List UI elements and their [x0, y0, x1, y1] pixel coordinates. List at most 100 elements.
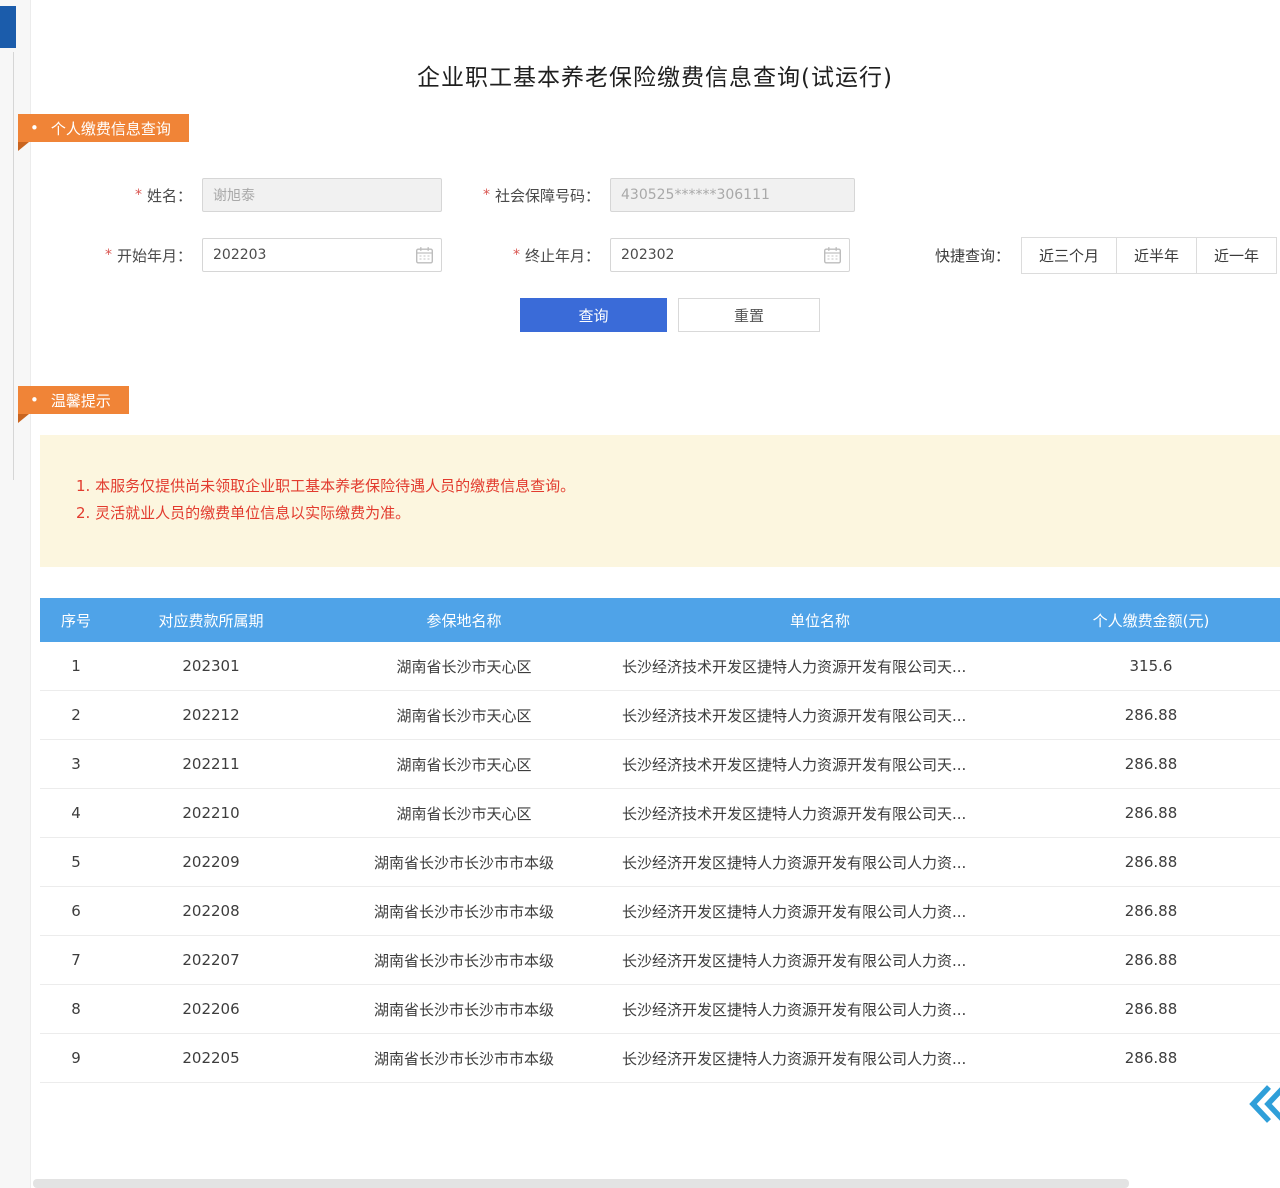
- table-cell: 湖南省长沙市长沙市市本级: [310, 1034, 618, 1083]
- payments-table-body: 1202301湖南省长沙市天心区长沙经济技术开发区捷特人力资源开发有限公司天..…: [40, 642, 1280, 1083]
- table-cell: 202211: [112, 740, 310, 789]
- table-row: 5202209湖南省长沙市长沙市市本级长沙经济开发区捷特人力资源开发有限公司人力…: [40, 838, 1280, 887]
- required-asterisk: *: [135, 187, 142, 203]
- table-row: 9202205湖南省长沙市长沙市市本级长沙经济开发区捷特人力资源开发有限公司人力…: [40, 1034, 1280, 1083]
- section-badge-label: 温馨提示: [51, 390, 111, 411]
- table-row: 4202210湖南省长沙市天心区长沙经济技术开发区捷特人力资源开发有限公司天..…: [40, 789, 1280, 838]
- table-cell: 8: [40, 985, 112, 1034]
- table-cell: 286.88: [1022, 985, 1280, 1034]
- table-cell: 202205: [112, 1034, 310, 1083]
- table-cell: 202208: [112, 887, 310, 936]
- badge-fold-decoration: [18, 142, 29, 151]
- table-row: 3202211湖南省长沙市天心区长沙经济技术开发区捷特人力资源开发有限公司天..…: [40, 740, 1280, 789]
- sidebar-collapsed-tab[interactable]: [0, 6, 16, 48]
- end-month-label: 终止年月：: [525, 245, 600, 266]
- table-cell: 长沙经济开发区捷特人力资源开发有限公司人力资...: [618, 985, 1022, 1034]
- table-cell: 286.88: [1022, 740, 1280, 789]
- horizontal-scrollbar[interactable]: [33, 1179, 1129, 1188]
- table-cell: 2: [40, 691, 112, 740]
- end-month-input[interactable]: [610, 238, 850, 272]
- table-cell: 湖南省长沙市天心区: [310, 642, 618, 691]
- payments-table-header: 序号 对应费款所属期 参保地名称 单位名称 个人缴费金额(元): [40, 598, 1280, 642]
- section-badge-personal-query: • 个人缴费信息查询: [18, 114, 189, 142]
- quick-query-last-3-months-button[interactable]: 近三个月: [1021, 237, 1117, 274]
- table-cell: 湖南省长沙市天心区: [310, 740, 618, 789]
- tips-notice-box: 1. 本服务仅提供尚未领取企业职工基本养老保险待遇人员的缴费信息查询。 2. 灵…: [40, 435, 1280, 567]
- header-company: 单位名称: [618, 598, 1022, 642]
- end-month-field-group: * 终止年月：: [496, 238, 850, 272]
- name-label: 姓名：: [147, 185, 192, 206]
- table-cell: 长沙经济开发区捷特人力资源开发有限公司人力资...: [618, 936, 1022, 985]
- ssn-label: 社会保障号码：: [495, 185, 600, 206]
- required-asterisk: *: [483, 187, 490, 203]
- table-row: 7202207湖南省长沙市长沙市市本级长沙经济开发区捷特人力资源开发有限公司人力…: [40, 936, 1280, 985]
- section-badge-tips: • 温馨提示: [18, 386, 129, 414]
- quick-query-label: 快捷查询：: [935, 245, 1010, 266]
- reset-button[interactable]: 重置: [678, 298, 820, 332]
- header-period: 对应费款所属期: [112, 598, 310, 642]
- table-row: 6202208湖南省长沙市长沙市市本级长沙经济开发区捷特人力资源开发有限公司人力…: [40, 887, 1280, 936]
- table-cell: 长沙经济技术开发区捷特人力资源开发有限公司天...: [618, 642, 1022, 691]
- table-cell: 202206: [112, 985, 310, 1034]
- table-cell: 9: [40, 1034, 112, 1083]
- table-cell: 长沙经济开发区捷特人力资源开发有限公司人力资...: [618, 887, 1022, 936]
- start-month-field-group: * 开始年月：: [86, 238, 442, 272]
- start-month-input[interactable]: [202, 238, 442, 272]
- calendar-icon[interactable]: [415, 246, 434, 265]
- name-input: [202, 178, 442, 212]
- table-cell: 286.88: [1022, 838, 1280, 887]
- tips-line: 1. 本服务仅提供尚未领取企业职工基本养老保险待遇人员的缴费信息查询。: [76, 473, 1260, 500]
- table-cell: 湖南省长沙市长沙市市本级: [310, 985, 618, 1034]
- ssn-field-group: * 社会保障号码：: [464, 178, 855, 212]
- table-cell: 202212: [112, 691, 310, 740]
- table-cell: 长沙经济技术开发区捷特人力资源开发有限公司天...: [618, 740, 1022, 789]
- tips-line: 2. 灵活就业人员的缴费单位信息以实际缴费为准。: [76, 500, 1260, 527]
- table-row: 8202206湖南省长沙市长沙市市本级长沙经济开发区捷特人力资源开发有限公司人力…: [40, 985, 1280, 1034]
- badge-fold-decoration: [18, 414, 29, 423]
- table-cell: 202210: [112, 789, 310, 838]
- table-cell: 286.88: [1022, 789, 1280, 838]
- required-asterisk: *: [105, 247, 112, 263]
- quick-query-last-half-year-button[interactable]: 近半年: [1116, 237, 1197, 274]
- table-cell: 长沙经济技术开发区捷特人力资源开发有限公司天...: [618, 691, 1022, 740]
- table-row: 1202301湖南省长沙市天心区长沙经济技术开发区捷特人力资源开发有限公司天..…: [40, 642, 1280, 691]
- collapsed-side-rail: [0, 0, 30, 1188]
- table-cell: 1: [40, 642, 112, 691]
- bullet-icon: •: [30, 121, 39, 136]
- table-cell: 7: [40, 936, 112, 985]
- table-cell: 长沙经济开发区捷特人力资源开发有限公司人力资...: [618, 1034, 1022, 1083]
- table-cell: 5: [40, 838, 112, 887]
- query-button[interactable]: 查询: [520, 298, 667, 332]
- table-cell: 湖南省长沙市长沙市市本级: [310, 838, 618, 887]
- quick-query-last-year-button[interactable]: 近一年: [1196, 237, 1277, 274]
- table-cell: 湖南省长沙市天心区: [310, 691, 618, 740]
- table-cell: 286.88: [1022, 887, 1280, 936]
- table-cell: 湖南省长沙市长沙市市本级: [310, 936, 618, 985]
- header-seq: 序号: [40, 598, 112, 642]
- table-cell: 286.88: [1022, 691, 1280, 740]
- double-chevron-left-icon[interactable]: [1246, 1082, 1280, 1126]
- page-title: 企业职工基本养老保险缴费信息查询(试运行): [30, 58, 1280, 92]
- table-cell: 6: [40, 887, 112, 936]
- quick-query-group: 快捷查询： 近三个月 近半年 近一年: [935, 237, 1277, 274]
- table-cell: 202209: [112, 838, 310, 887]
- table-cell: 315.6: [1022, 642, 1280, 691]
- table-cell: 202301: [112, 642, 310, 691]
- table-cell: 湖南省长沙市天心区: [310, 789, 618, 838]
- start-month-label: 开始年月：: [117, 245, 192, 266]
- table-cell: 长沙经济技术开发区捷特人力资源开发有限公司天...: [618, 789, 1022, 838]
- bullet-icon: •: [30, 393, 39, 408]
- header-amount: 个人缴费金额(元): [1022, 598, 1280, 642]
- required-asterisk: *: [513, 247, 520, 263]
- table-cell: 3: [40, 740, 112, 789]
- side-rail-divider: [13, 52, 14, 480]
- table-cell: 4: [40, 789, 112, 838]
- table-cell: 286.88: [1022, 936, 1280, 985]
- calendar-icon[interactable]: [823, 246, 842, 265]
- table-cell: 286.88: [1022, 1034, 1280, 1083]
- table-cell: 湖南省长沙市长沙市市本级: [310, 887, 618, 936]
- name-field-group: * 姓名：: [100, 178, 442, 212]
- payments-table: 序号 对应费款所属期 参保地名称 单位名称 个人缴费金额(元) 1202301湖…: [40, 598, 1280, 1083]
- table-cell: 长沙经济开发区捷特人力资源开发有限公司人力资...: [618, 838, 1022, 887]
- ssn-input: [610, 178, 855, 212]
